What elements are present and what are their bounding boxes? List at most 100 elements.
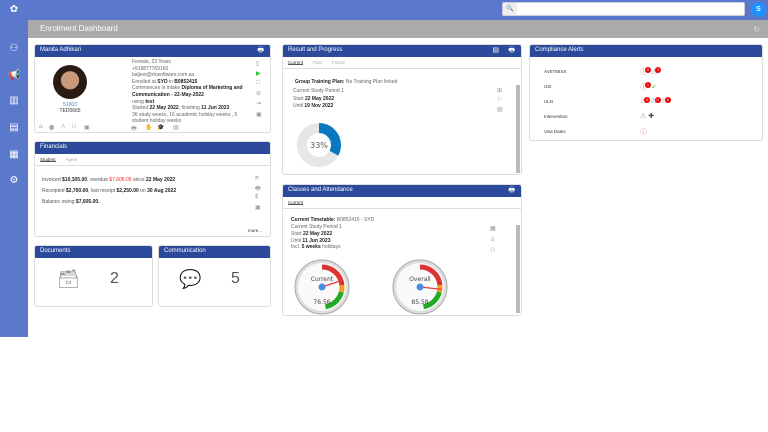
communication-panel[interactable]: Communication 💬 5 (158, 245, 271, 307)
inbox-icon: 🗃 (57, 269, 80, 289)
attachment-icon[interactable]: ⌀ (255, 174, 259, 181)
compliance-uln: ULN (544, 99, 554, 104)
letter-u[interactable]: U (72, 124, 76, 130)
document-icon[interactable]: ▦ (8, 149, 20, 161)
page-title: Enrolment Dashboard (40, 24, 118, 33)
graduation-icon[interactable]: 🎓 (157, 124, 164, 131)
print-icon[interactable]: 🖶 (508, 46, 515, 57)
communication-title: Communication (164, 248, 206, 254)
id-icon[interactable]: ▣ (84, 124, 90, 131)
documents-title: Documents (40, 248, 71, 254)
tab-past[interactable]: Past (313, 60, 322, 65)
student-details: Female, 23 Years +919877769160 baljeet@r… (132, 59, 243, 125)
student-name: Manita Adhikari (40, 47, 82, 53)
check-icon: ✓ (651, 84, 657, 91)
logo-icon[interactable]: ✿ (8, 4, 20, 16)
gauge-hub (416, 283, 424, 291)
settings-icon[interactable]: ⚙ (8, 175, 20, 187)
gauge-label: Current (311, 276, 334, 283)
megaphone-icon[interactable]: 📢 (8, 70, 20, 82)
tab-student[interactable]: Student (40, 157, 56, 162)
page-header: Enrolment Dashboard ↻ (28, 20, 768, 38)
dashboard-content: Manita Adhikari 🖶 51603 TED0665 Female, 2… (28, 38, 768, 337)
gauge-current: Current 76.56 (294, 259, 350, 315)
timetable-icon[interactable]: ▦ (490, 225, 496, 232)
chart-icon[interactable]: ▥ (8, 95, 20, 107)
home-icon[interactable]: ⌂ (39, 124, 43, 130)
financial-summary: Invoiced $10,305.00, overdue $7,605.00 s… (42, 177, 177, 205)
financials-panel: Financials Student Agent Invoiced $10,305… (34, 141, 271, 237)
communication-count: 5 (231, 270, 240, 287)
clipboard-icon[interactable]: ▤ (173, 124, 179, 131)
progress-title: Result and Progress (288, 47, 343, 53)
user-avatar[interactable]: S (751, 2, 766, 17)
print-icon[interactable]: 🖶 (257, 46, 264, 57)
tab-current[interactable]: Current (288, 60, 304, 65)
block-icon[interactable]: ⊘ (256, 90, 261, 97)
dollar-icon[interactable]: $ (255, 194, 258, 200)
gauge-overall: Overall 85.58 (392, 259, 448, 315)
gauge-label: Overall (409, 276, 431, 283)
compliance-avetmiss: AVETMISS (544, 69, 567, 74)
student-panel: Manita Adhikari 🖶 51603 TED0665 Female, 2… (34, 44, 271, 133)
print-icon[interactable]: 🖶 (131, 124, 137, 132)
progress-donut: 33% (297, 123, 341, 167)
users-icon[interactable]: ⚇ (8, 43, 20, 55)
more-link[interactable]: more... (248, 228, 262, 233)
uln-alerts[interactable]: ⚠0 ⚠0 ⚠0 (640, 97, 671, 105)
scrollbar[interactable] (516, 225, 520, 313)
tab-agent[interactable]: Agent (66, 157, 78, 162)
compliance-panel: Compliance Alerts AVETMISS ⓘ0 ⚠0 USI ⓘ1 ✓ … (529, 44, 763, 141)
print-icon[interactable]: 🖶 (508, 186, 515, 197)
sidebar: ✿ ⚇ 📢 ▥ ▤ ▦ ⚙ (0, 0, 28, 337)
classes-title: Classes and Attendance (288, 187, 353, 193)
gauge-value: 76.56 (313, 299, 330, 306)
refresh-icon[interactable]: ↻ (753, 25, 760, 34)
flag-icon[interactable]: ⚐ (497, 96, 502, 103)
report-icon[interactable]: ▤ (492, 46, 499, 54)
progress-info: Group Training Plan: No Training Plan li… (293, 79, 398, 109)
documents-panel[interactable]: FinancialsDocuments 🗃 2 (34, 245, 153, 307)
export-icon[interactable]: ▤ (497, 106, 503, 113)
visa-alert-icon[interactable]: ⓘ (640, 127, 647, 137)
gauge-hub (318, 283, 326, 291)
gauge-value: 85.58 (411, 299, 428, 306)
group-icon[interactable]: ⚇ (490, 247, 495, 254)
user-icon[interactable]: ♙ (490, 236, 495, 243)
search-icon: 🔍 (503, 3, 517, 15)
printer-icon[interactable]: 🖶 (255, 184, 261, 194)
classes-info: Current Timetable: B0852415 - SYD Curren… (291, 217, 375, 250)
report-icon[interactable]: ▤ (8, 122, 20, 134)
warning-icon: ⚠ (640, 113, 647, 120)
play-icon[interactable]: ▶ (256, 70, 261, 77)
globe-icon[interactable]: ◍ (49, 124, 54, 131)
student-code: TED0665 (59, 108, 81, 114)
documents-count: 2 (110, 270, 119, 287)
exit-icon[interactable]: ⇥ (256, 100, 261, 107)
compliance-title: Compliance Alerts (535, 47, 584, 53)
compliance-visa-dates: Visa Dates (544, 129, 566, 134)
intervention-alerts[interactable]: ⚠ ✚ (640, 112, 654, 120)
hand-icon[interactable]: ✋ (145, 124, 152, 131)
progress-panel: Result and Progress ▤ 🖶 Current Past Future … (282, 44, 522, 175)
financials-title: Financials (40, 144, 68, 150)
scrollbar[interactable] (516, 85, 520, 173)
student-photo (53, 65, 87, 99)
search-input[interactable]: 🔍 (502, 2, 745, 16)
chat-icon: 💬 (179, 269, 202, 289)
compliance-usi: USI (544, 84, 552, 89)
save-icon[interactable]: ▣ (256, 111, 262, 118)
usi-alerts[interactable]: ⓘ1 ✓ (640, 82, 657, 92)
cash-icon[interactable]: ▣ (255, 204, 261, 211)
gauge-orange-band (338, 285, 345, 293)
letter-a[interactable]: A (61, 124, 65, 130)
progress-percent: 33% (310, 141, 328, 150)
compliance-intervention: Intervention (544, 114, 568, 119)
classes-panel: Classes and Attendance 🖶 Current Current … (282, 184, 522, 316)
briefcase-icon[interactable]: ⊞ (497, 87, 502, 94)
square-icon[interactable]: □ (256, 80, 260, 86)
document-icon[interactable]: ▯ (256, 60, 259, 67)
avetmiss-alerts[interactable]: ⓘ0 ⚠0 (640, 67, 662, 77)
tab-current[interactable]: Current (288, 200, 304, 205)
tab-future[interactable]: Future (332, 60, 345, 65)
